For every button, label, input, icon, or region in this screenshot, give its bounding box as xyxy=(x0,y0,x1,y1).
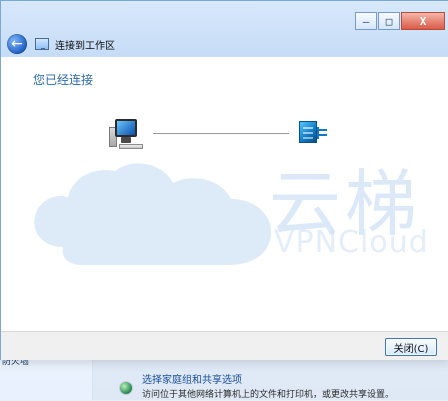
navigation-title: 连接到工作区 xyxy=(35,37,115,52)
connection-status-headline: 您已经连接 xyxy=(33,73,94,87)
computer-monitor-base xyxy=(121,137,131,143)
back-button[interactable]: ← xyxy=(7,34,27,54)
workplace-connection-icon xyxy=(35,38,49,50)
navigation-title-text: 连接到工作区 xyxy=(55,40,115,52)
computer-icon xyxy=(109,117,145,151)
caption-buttons: — □ X xyxy=(355,12,445,30)
homegroup-sharing-link-description: 访问位于其他网络计算机上的文件和打印机，或更改共享设置。 xyxy=(142,390,395,400)
computer-monitor xyxy=(115,119,137,137)
close-button[interactable]: 关闭(C) xyxy=(385,338,437,356)
server-block xyxy=(299,121,317,143)
back-arrow-icon: ← xyxy=(11,36,23,52)
computer-keyboard xyxy=(119,144,143,149)
server-arrows xyxy=(317,127,329,139)
workplace-server-icon xyxy=(295,117,329,151)
homegroup-sharing-link-title[interactable]: 选择家庭组和共享选项 xyxy=(142,375,394,387)
connect-to-workplace-dialog: — □ X ← 连接到工作区 您已经连接 云梯 VPNCloud 关闭(C) xyxy=(0,0,448,360)
dialog-content: 您已经连接 xyxy=(1,57,448,331)
minimize-button[interactable]: — xyxy=(355,12,377,30)
homegroup-sharing-link[interactable]: 选择家庭组和共享选项 访问位于其他网络计算机上的文件和打印机，或更改共享设置。 xyxy=(118,375,394,401)
navigation-row: ← 连接到工作区 xyxy=(7,33,115,55)
dialog-footer: 关闭(C) xyxy=(1,331,448,360)
dialog-titlebar: — □ X ← 连接到工作区 xyxy=(1,1,448,58)
connection-line xyxy=(153,133,289,134)
network-globe-icon xyxy=(118,380,134,396)
maximize-button[interactable]: □ xyxy=(378,12,400,30)
close-window-button[interactable]: X xyxy=(401,12,445,30)
connection-diagram xyxy=(101,117,361,157)
